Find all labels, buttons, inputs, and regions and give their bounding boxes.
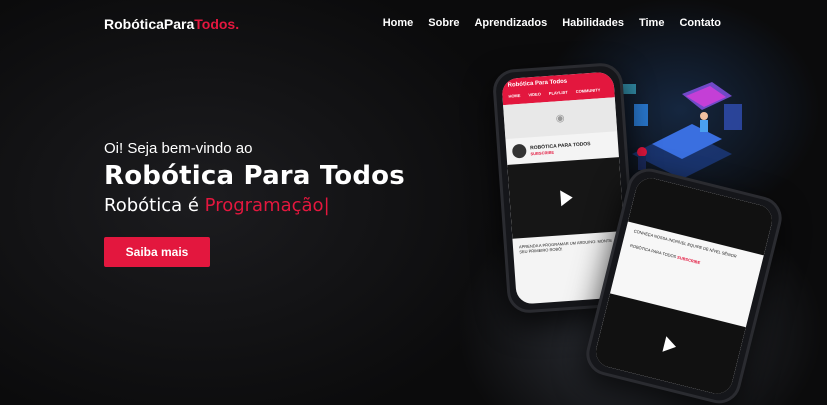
tab-home[interactable]: HOME	[508, 93, 520, 99]
top-navbar: RobóticaParaTodos. Home Sobre Aprendizad…	[0, 0, 827, 50]
phone2-subscribe-button[interactable]: SUBSCRIBE	[677, 255, 701, 266]
brand-name-accent: Todos.	[194, 16, 240, 32]
phone1-tabs: HOME VIDEO PLAYLIST COMMUNITY	[508, 87, 608, 99]
subtitle-prefix: Robótica é	[104, 195, 205, 216]
nav-sobre[interactable]: Sobre	[428, 17, 459, 29]
hero-greeting: Oi! Seja bem-vindo ao	[104, 140, 253, 157]
nav-aprendizados[interactable]: Aprendizados	[474, 17, 547, 29]
tab-community[interactable]: COMMUNITY	[576, 87, 601, 94]
nav-time[interactable]: Time	[639, 17, 664, 29]
typing-cursor: |	[323, 195, 330, 216]
nav-habilidades[interactable]: Habilidades	[562, 17, 624, 29]
tab-video[interactable]: VIDEO	[528, 91, 541, 97]
subtitle-typed-word: Programação	[204, 195, 324, 216]
nav-home[interactable]: Home	[383, 17, 414, 29]
main-menu: Home Sobre Aprendizados Habilidades Time…	[383, 17, 721, 29]
nav-contato[interactable]: Contato	[679, 17, 721, 29]
play-icon[interactable]	[662, 336, 678, 355]
channel-avatar	[511, 143, 527, 159]
play-icon[interactable]	[560, 189, 574, 207]
brand-logo[interactable]: RobóticaParaTodos.	[104, 16, 239, 32]
brand-name-main: RobóticaPara	[104, 16, 195, 32]
tab-playlist[interactable]: PLAYLIST	[549, 90, 568, 96]
hero-title: Robótica Para Todos	[104, 161, 405, 191]
phone1-video-player[interactable]	[507, 157, 625, 239]
hero-subtitle: Robótica é Programação|	[104, 195, 405, 216]
saiba-mais-button[interactable]: Saiba mais	[104, 237, 210, 267]
hero-text: Oi! Seja bem-vindo ao Robótica Para Todo…	[104, 140, 405, 216]
